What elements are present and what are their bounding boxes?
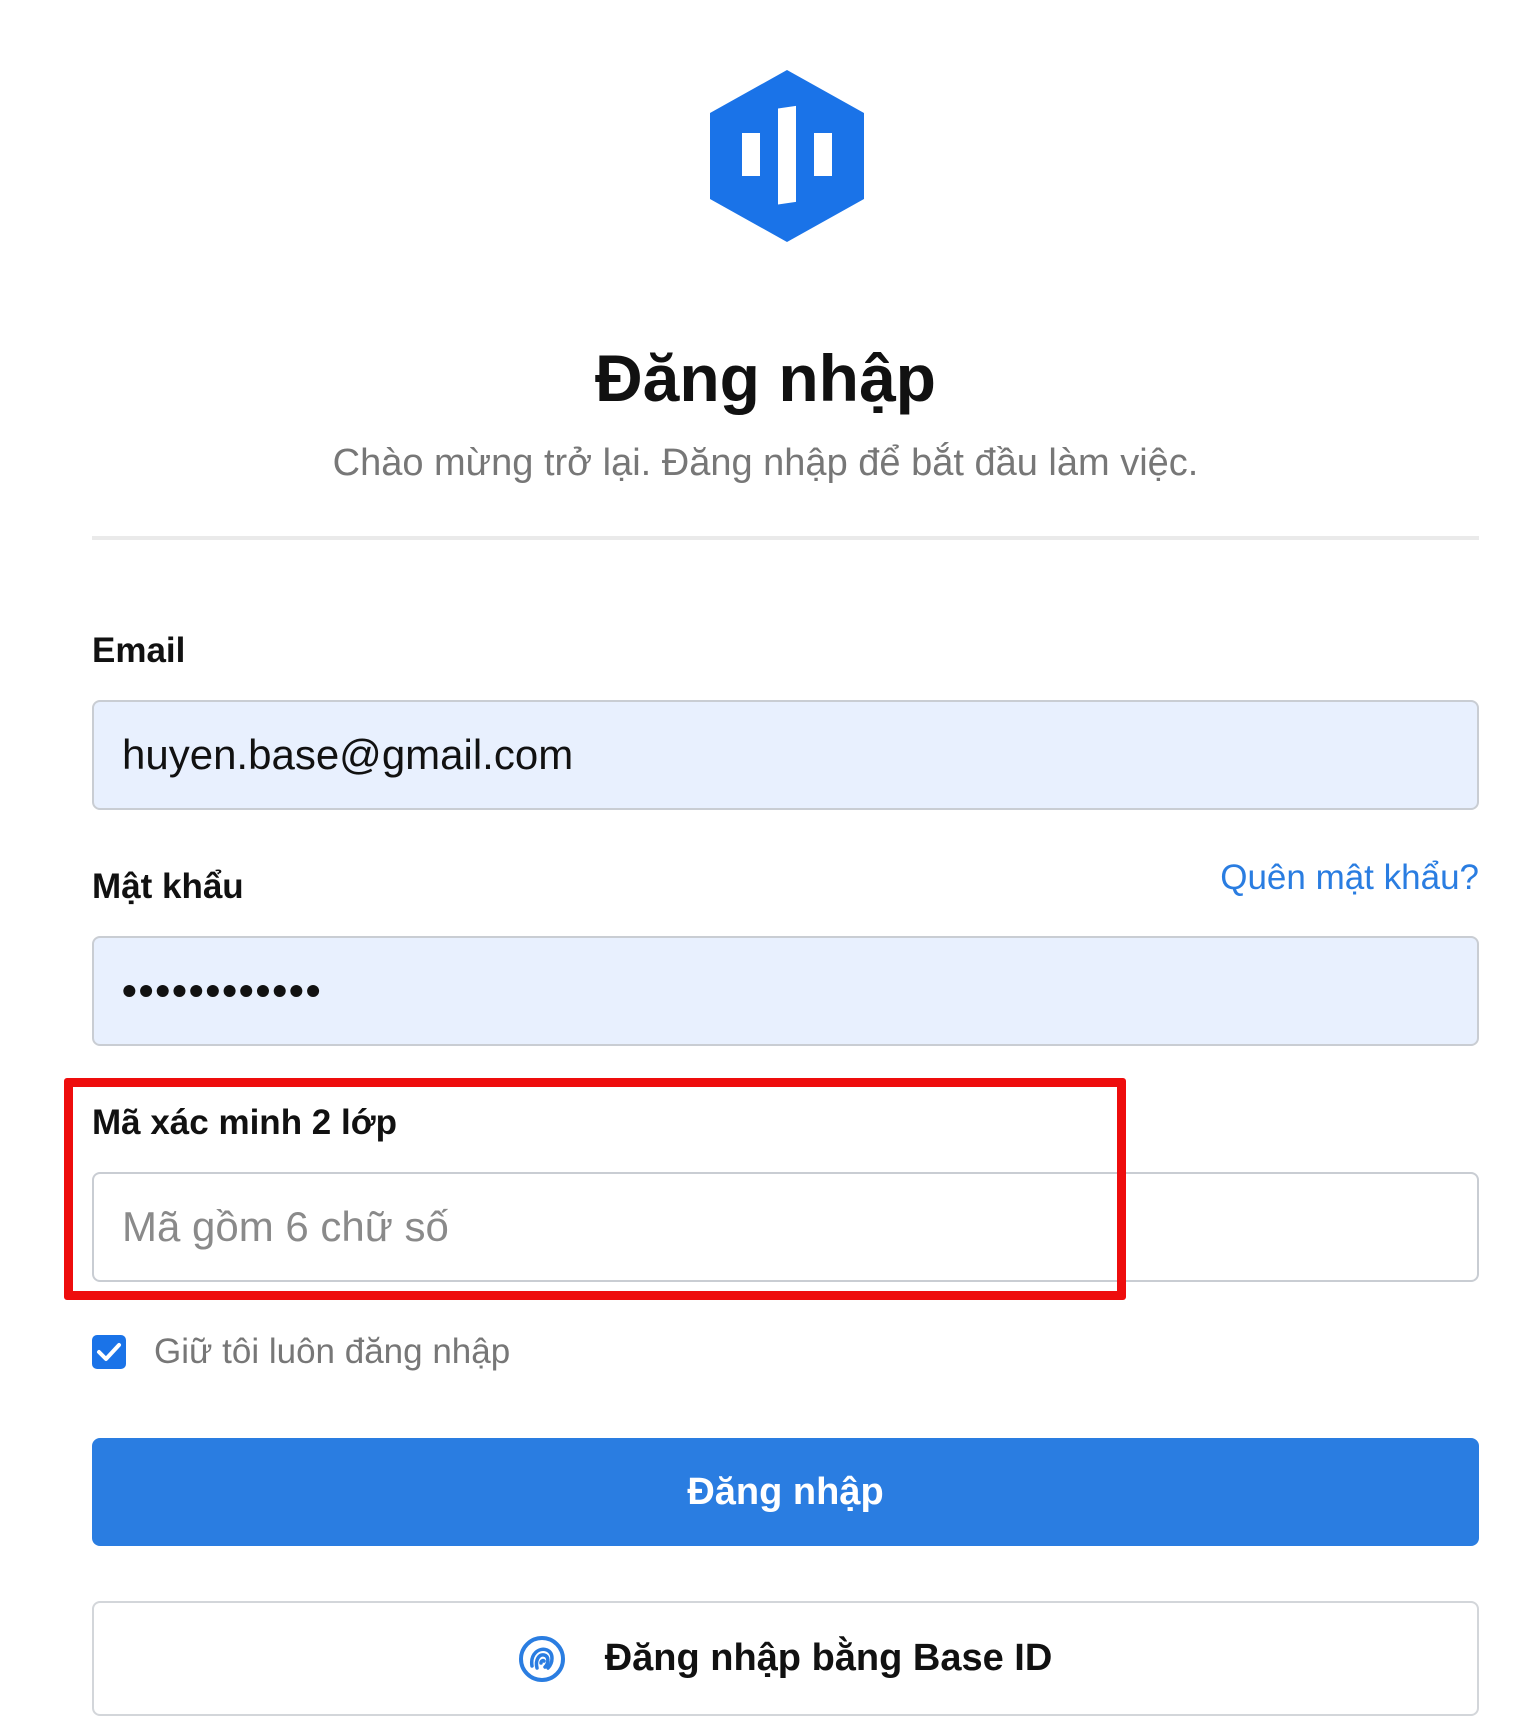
header-divider	[92, 536, 1479, 540]
two-factor-input[interactable]	[92, 1172, 1479, 1282]
forgot-password-link[interactable]: Quên mật khẩu?	[1220, 857, 1479, 899]
remember-me-row[interactable]: Giữ tôi luôn đăng nhập	[92, 1332, 510, 1372]
email-label: Email	[92, 631, 186, 670]
fingerprint-icon	[518, 1635, 565, 1682]
login-button[interactable]: Đăng nhập	[92, 1438, 1479, 1546]
remember-me-label: Giữ tôi luôn đăng nhập	[154, 1332, 511, 1371]
page-title: Đăng nhập	[595, 341, 936, 415]
remember-me-checkbox[interactable]	[92, 1335, 126, 1369]
base-logo-icon	[710, 70, 864, 242]
login-base-id-button[interactable]: Đăng nhập bằng Base ID	[92, 1601, 1479, 1716]
two-factor-label: Mã xác minh 2 lớp	[92, 1103, 397, 1142]
password-label: Mật khẩu	[92, 867, 244, 906]
check-icon	[97, 1343, 121, 1361]
password-input[interactable]	[92, 936, 1479, 1046]
email-input[interactable]	[92, 700, 1479, 810]
page-subtitle: Chào mừng trở lại. Đăng nhập để bắt đầu …	[332, 442, 1199, 484]
base-id-button-label: Đăng nhập bằng Base ID	[604, 1637, 1053, 1679]
